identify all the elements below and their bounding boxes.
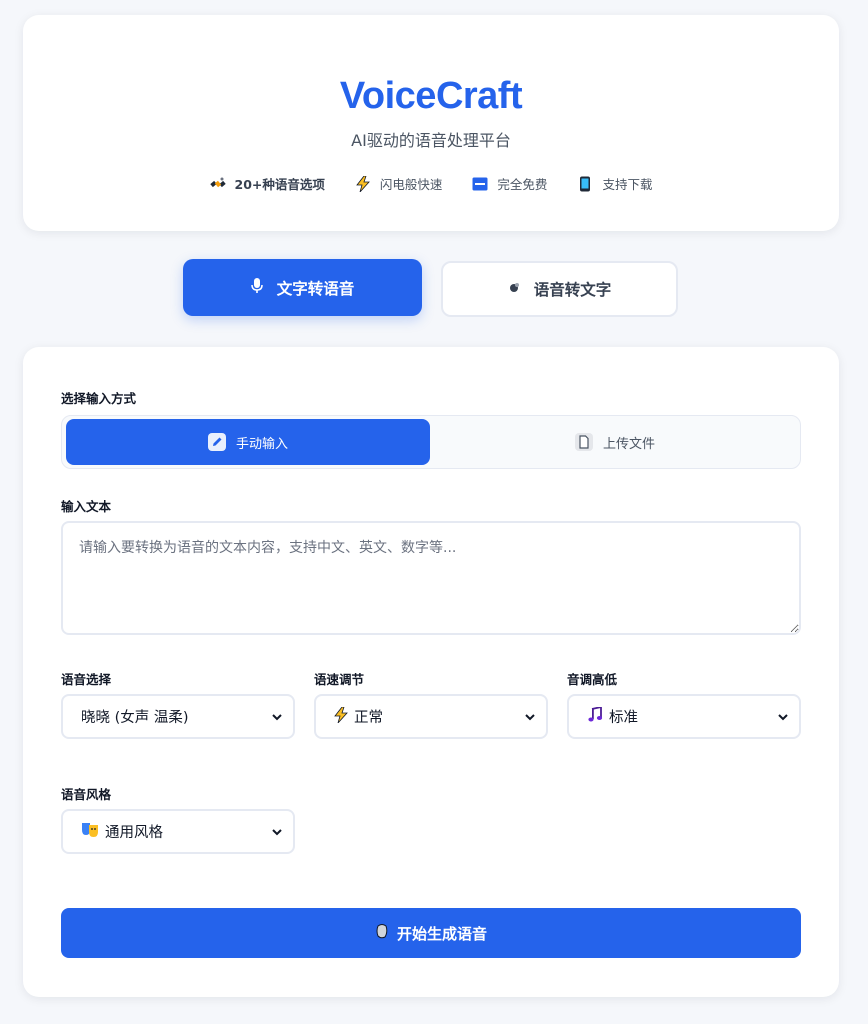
- feature-item-voices: 20+种语音选项: [209, 174, 325, 193]
- voice-select[interactable]: 晓晓 (女声 温柔): [61, 694, 295, 739]
- speed-select[interactable]: 正常: [314, 694, 548, 739]
- pencil-icon: [207, 433, 226, 451]
- feature-item-download: 支持下载: [577, 174, 652, 193]
- feature-item-fast: 闪电般快速: [355, 174, 443, 193]
- lightning-icon: [334, 706, 348, 727]
- feature-label: 闪电般快速: [379, 177, 443, 192]
- speed-select-value: 正常: [354, 710, 383, 726]
- text-input[interactable]: [61, 521, 801, 635]
- feature-label: 支持下载: [602, 177, 653, 192]
- chevron-down-icon: [777, 711, 789, 723]
- input-method-label: 选择输入方式: [61, 391, 137, 406]
- upload-file-button[interactable]: 上传文件: [432, 419, 798, 465]
- style-select-label: 语音风格: [61, 787, 112, 802]
- pitch-select-label: 音调高低: [567, 672, 618, 687]
- feature-item-free: 完全免费: [472, 174, 547, 193]
- style-select[interactable]: 通用风格: [61, 809, 295, 854]
- file-icon: [574, 433, 593, 451]
- free-badge-icon: [472, 176, 488, 192]
- tab-label: 文字转语音: [276, 279, 355, 298]
- tts-form-card: 选择输入方式 手动输入 上传文件 输入文本 语音选择 语速调节 音调高低 晓晓 …: [23, 347, 839, 997]
- brand-title: VoiceCraft: [339, 75, 523, 117]
- header-card: VoiceCraft AI驱动的语音处理平台 20+种语音选项 闪电般快速 完全…: [23, 15, 839, 231]
- input-method-toggle: 手动输入 上传文件: [61, 415, 801, 469]
- mobile-phone-icon: [577, 176, 593, 192]
- microphone-icon: [250, 277, 263, 298]
- pitch-select-value: 标准: [609, 710, 638, 726]
- theater-masks-icon: [81, 822, 99, 842]
- tab-speech-to-text[interactable]: 语音转文字: [441, 261, 678, 317]
- tab-text-to-speech[interactable]: 文字转语音: [183, 259, 422, 316]
- rock-icon: [375, 923, 389, 943]
- feature-label: 20+种语音选项: [234, 177, 325, 192]
- speed-select-label: 语速调节: [314, 672, 365, 687]
- chevron-down-icon: [271, 826, 283, 838]
- feature-list: 20+种语音选项 闪电般快速 完全免费 支持下载: [23, 174, 839, 193]
- pitch-select[interactable]: 标准: [567, 694, 801, 739]
- generate-speech-button[interactable]: 开始生成语音: [61, 908, 801, 958]
- chevron-down-icon: [271, 711, 283, 723]
- tab-label: 语音转文字: [533, 281, 612, 299]
- generate-speech-label: 开始生成语音: [396, 924, 487, 943]
- upload-file-label: 上传文件: [602, 436, 655, 452]
- voice-select-value: 晓晓 (女声 温柔): [81, 710, 189, 726]
- manual-input-label: 手动输入: [235, 436, 288, 452]
- manual-input-button[interactable]: 手动输入: [66, 419, 430, 465]
- music-note-icon: [587, 705, 603, 727]
- lightning-icon: [355, 175, 371, 192]
- chevron-down-icon: [524, 711, 536, 723]
- voice-select-label: 语音选择: [61, 672, 112, 687]
- feature-label: 完全免费: [497, 177, 548, 192]
- style-select-value: 通用风格: [105, 825, 163, 841]
- satellite-icon: [209, 176, 226, 192]
- bubble-icon: [508, 280, 520, 298]
- text-input-label: 输入文本: [61, 499, 112, 514]
- brand-subtitle: AI驱动的语音处理平台: [351, 131, 511, 150]
